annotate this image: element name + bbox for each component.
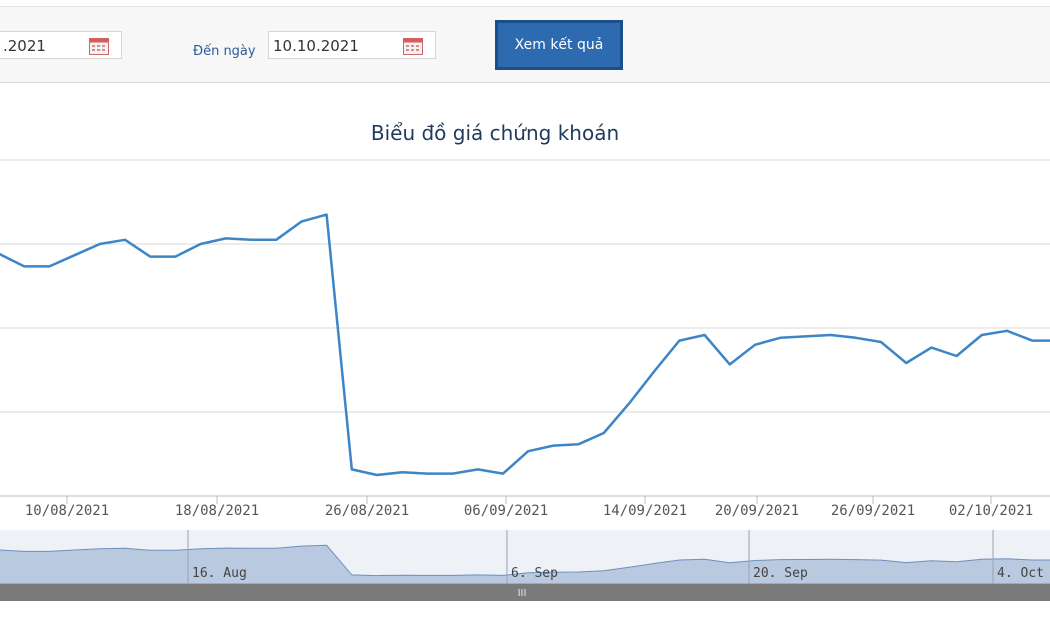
x-tick-label: 14/09/2021 [603, 503, 687, 519]
navigator-tick-label: 4. Oct [997, 566, 1044, 581]
navigator-tick-label: 20. Sep [753, 566, 808, 581]
grid-lines [0, 159, 1050, 497]
x-tick-label: 02/10/2021 [949, 503, 1033, 519]
scrollbar-handle-grip[interactable]: III [518, 588, 527, 599]
x-tick-label: 26/08/2021 [325, 503, 409, 519]
navigator-tick-label: 6. Sep [511, 566, 558, 581]
price-series-line [0, 213, 1050, 477]
x-tick-label: 26/09/2021 [831, 503, 915, 519]
x-tick-label: 10/08/2021 [25, 503, 109, 519]
price-chart: 10/08/2021 18/08/2021 26/08/2021 06/09/2021… [0, 159, 1050, 601]
x-axis-ticks: 10/08/2021 18/08/2021 26/08/2021 06/09/2021… [25, 496, 1033, 519]
x-tick-label: 18/08/2021 [175, 503, 259, 519]
navigator: 16. Aug 6. Sep 20. Sep 4. Oct III [0, 530, 1050, 601]
navigator-tick-label: 16. Aug [192, 566, 247, 581]
x-tick-label: 06/09/2021 [464, 503, 548, 519]
x-tick-label: 20/09/2021 [715, 503, 799, 519]
